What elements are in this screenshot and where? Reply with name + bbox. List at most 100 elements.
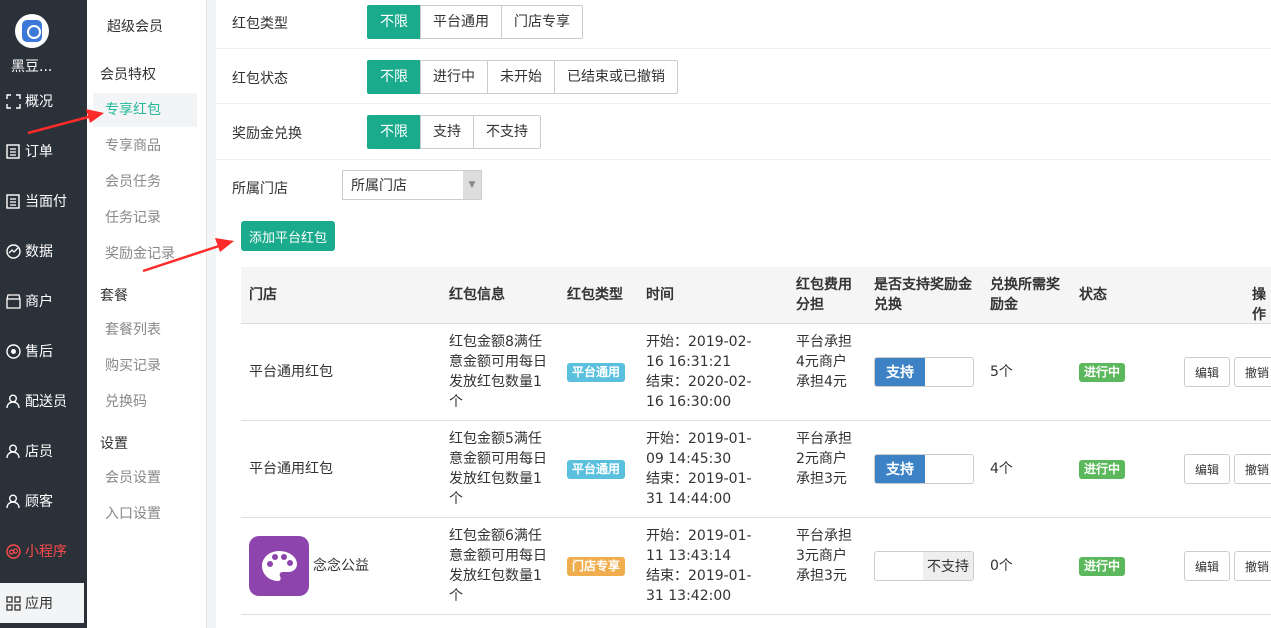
cell-end-time: 结束：2020-02-16 16:30:00 [646, 374, 752, 410]
nav-item-courier[interactable]: 配送员 [0, 376, 87, 426]
reward-toggle-on: 支持 [875, 455, 925, 483]
filter-reward-option-any[interactable]: 不限 [367, 115, 421, 149]
submenu-link-member-tasks[interactable]: 会员任务 [93, 165, 197, 199]
mini-program-icon [5, 543, 21, 559]
filter-row-reward: 奖励金兑换 不限 支持 不支持 [216, 104, 1271, 160]
cell-end-time: 结束：2019-01-31 14:44:00 [646, 471, 752, 507]
nav-item-mini-program[interactable]: 小程序 [0, 526, 87, 576]
status-badge: 进行中 [1079, 460, 1126, 479]
submenu-link-purchase-records[interactable]: 购买记录 [93, 349, 197, 383]
filter-row-status: 红包状态 不限 进行中 未开始 已结束或已撤销 [216, 49, 1271, 104]
filter-status-option-not-started[interactable]: 未开始 [487, 60, 555, 94]
reward-toggle[interactable]: 不支持 [874, 551, 974, 581]
nav-item-after-sale[interactable]: 售后 [0, 326, 87, 376]
nav-item-overview[interactable]: 概况 [0, 76, 87, 126]
main-content: 红包类型 不限 平台通用 门店专享 红包状态 不限 进行中 未开始 已结束或已撤… [208, 0, 1271, 628]
revoke-button[interactable]: 撤销 [1234, 454, 1271, 484]
filter-reward-option-no[interactable]: 不支持 [473, 115, 541, 149]
cell-info: 红包金额5满任意金额可用每日发放红包数量1个 [449, 431, 547, 507]
filter-type-option-platform[interactable]: 平台通用 [420, 5, 502, 39]
cell-info: 红包金额6满任意金额可用每日发放红包数量1个 [449, 528, 547, 604]
sub-menu: 超级会员 会员特权 专享红包 专享商品 会员任务 任务记录 奖励金记录 套餐 套… [87, 0, 207, 628]
customer-icon [5, 493, 21, 509]
nav-label: 顾客 [25, 494, 53, 510]
submenu-link-redeem-code[interactable]: 兑换码 [93, 385, 197, 419]
revoke-button[interactable]: 撤销 [1234, 551, 1271, 581]
nav-label: 小程序 [25, 544, 67, 560]
col-header-store: 门店 [249, 287, 277, 303]
submenu-group-settings: 设置 [100, 436, 128, 452]
submenu-link-entry-settings[interactable]: 入口设置 [93, 497, 197, 531]
table-header: 门店 红包信息 红包类型 时间 红包费用分担 是否支持奖励金兑换 兑换所需奖励金… [241, 267, 1271, 324]
add-platform-redpacket-button[interactable]: 添加平台红包 [241, 221, 335, 251]
nav-label: 配送员 [25, 394, 67, 410]
col-header-status: 状态 [1079, 287, 1107, 303]
overview-icon [5, 93, 21, 109]
cell-info: 红包金额8满任意金额可用每日发放红包数量1个 [449, 334, 547, 410]
status-badge: 进行中 [1079, 557, 1126, 576]
nav-item-merchant[interactable]: 商户 [0, 276, 87, 326]
filter-label-store: 所属门店 [232, 181, 288, 197]
chevron-down-icon: ▼ [463, 171, 481, 199]
reward-toggle[interactable]: 支持 [874, 357, 974, 387]
brand-name: 黑豆... [11, 59, 53, 75]
edit-button[interactable]: 编辑 [1184, 454, 1230, 484]
filter-status-option-ended[interactable]: 已结束或已撤销 [554, 60, 678, 94]
nav-item-apps[interactable]: 应用 [0, 583, 84, 623]
submenu-group-packages: 套餐 [100, 288, 128, 304]
cell-cost: 平台承担4元商户承担4元 [796, 334, 852, 390]
cell-store: 平台通用红包 [249, 461, 333, 477]
nav-label: 商户 [25, 294, 53, 310]
face-pay-icon [5, 193, 21, 209]
nav-item-customer[interactable]: 顾客 [0, 476, 87, 526]
edit-button[interactable]: 编辑 [1184, 551, 1230, 581]
cell-end-time: 结束：2019-01-31 13:42:00 [646, 568, 752, 604]
submenu-link-package-list[interactable]: 套餐列表 [93, 313, 197, 347]
redpacket-table: 门店 红包信息 红包类型 时间 红包费用分担 是否支持奖励金兑换 兑换所需奖励金… [241, 267, 1271, 615]
cell-start-time: 开始：2019-01-11 13:43:14 [646, 528, 752, 564]
nav-label: 应用 [25, 596, 53, 612]
filter-reward-options: 不限 支持 不支持 [367, 115, 541, 149]
nav-label: 店员 [25, 444, 53, 460]
after-sale-icon [5, 343, 21, 359]
app-window: 黑豆... 概况 订单 当面付 数据 商户 售后 配送员 店员 顾客 小程序 应… [0, 0, 1271, 628]
reward-toggle[interactable]: 支持 [874, 454, 974, 484]
submenu-link-exclusive-goods[interactable]: 专享商品 [93, 129, 197, 163]
app-logo [15, 14, 49, 48]
filter-type-option-store[interactable]: 门店专享 [501, 5, 583, 39]
submenu-link-exclusive-redpacket[interactable]: 专享红包 [93, 93, 197, 127]
nav-item-orders[interactable]: 订单 [0, 126, 87, 176]
filter-label-status: 红包状态 [232, 71, 288, 87]
cell-start-time: 开始：2019-01-09 14:45:30 [646, 431, 752, 467]
revoke-button[interactable]: 撤销 [1234, 357, 1271, 387]
clerk-icon [5, 443, 21, 459]
col-header-time: 时间 [646, 287, 674, 303]
store-select[interactable]: 所属门店 ▼ [342, 170, 482, 200]
filter-status-option-ongoing[interactable]: 进行中 [420, 60, 488, 94]
table-row: 平台通用红包 红包金额5满任意金额可用每日发放红包数量1个 平台通用 开始：20… [241, 421, 1271, 518]
cell-store: 念念公益 [313, 558, 369, 574]
col-header-info: 红包信息 [449, 287, 505, 303]
cell-cost: 平台承担2元商户承担3元 [796, 431, 852, 487]
col-header-ops: 操作 [1252, 287, 1266, 323]
cell-needed: 4个 [990, 461, 1013, 477]
data-icon [5, 243, 21, 259]
filter-status-option-any[interactable]: 不限 [367, 60, 421, 94]
filter-type-options: 不限 平台通用 门店专享 [367, 5, 583, 39]
filter-row-type: 红包类型 不限 平台通用 门店专享 [216, 0, 1271, 49]
submenu-link-task-records[interactable]: 任务记录 [93, 201, 197, 235]
submenu-title: 超级会员 [107, 19, 163, 35]
nav-label: 售后 [25, 344, 53, 360]
nav-label: 数据 [25, 244, 53, 260]
content-card: 红包类型 不限 平台通用 门店专享 红包状态 不限 进行中 未开始 已结束或已撤… [216, 0, 1271, 628]
submenu-link-reward-records[interactable]: 奖励金记录 [93, 237, 197, 271]
filter-type-option-any[interactable]: 不限 [367, 5, 421, 39]
edit-button[interactable]: 编辑 [1184, 357, 1230, 387]
nav-item-clerk[interactable]: 店员 [0, 426, 87, 476]
filter-status-options: 不限 进行中 未开始 已结束或已撤销 [367, 60, 678, 94]
nav-item-data[interactable]: 数据 [0, 226, 87, 276]
nav-item-face-pay[interactable]: 当面付 [0, 176, 87, 226]
submenu-link-member-settings[interactable]: 会员设置 [93, 461, 197, 495]
filter-reward-option-yes[interactable]: 支持 [420, 115, 474, 149]
palette-icon [249, 536, 309, 596]
